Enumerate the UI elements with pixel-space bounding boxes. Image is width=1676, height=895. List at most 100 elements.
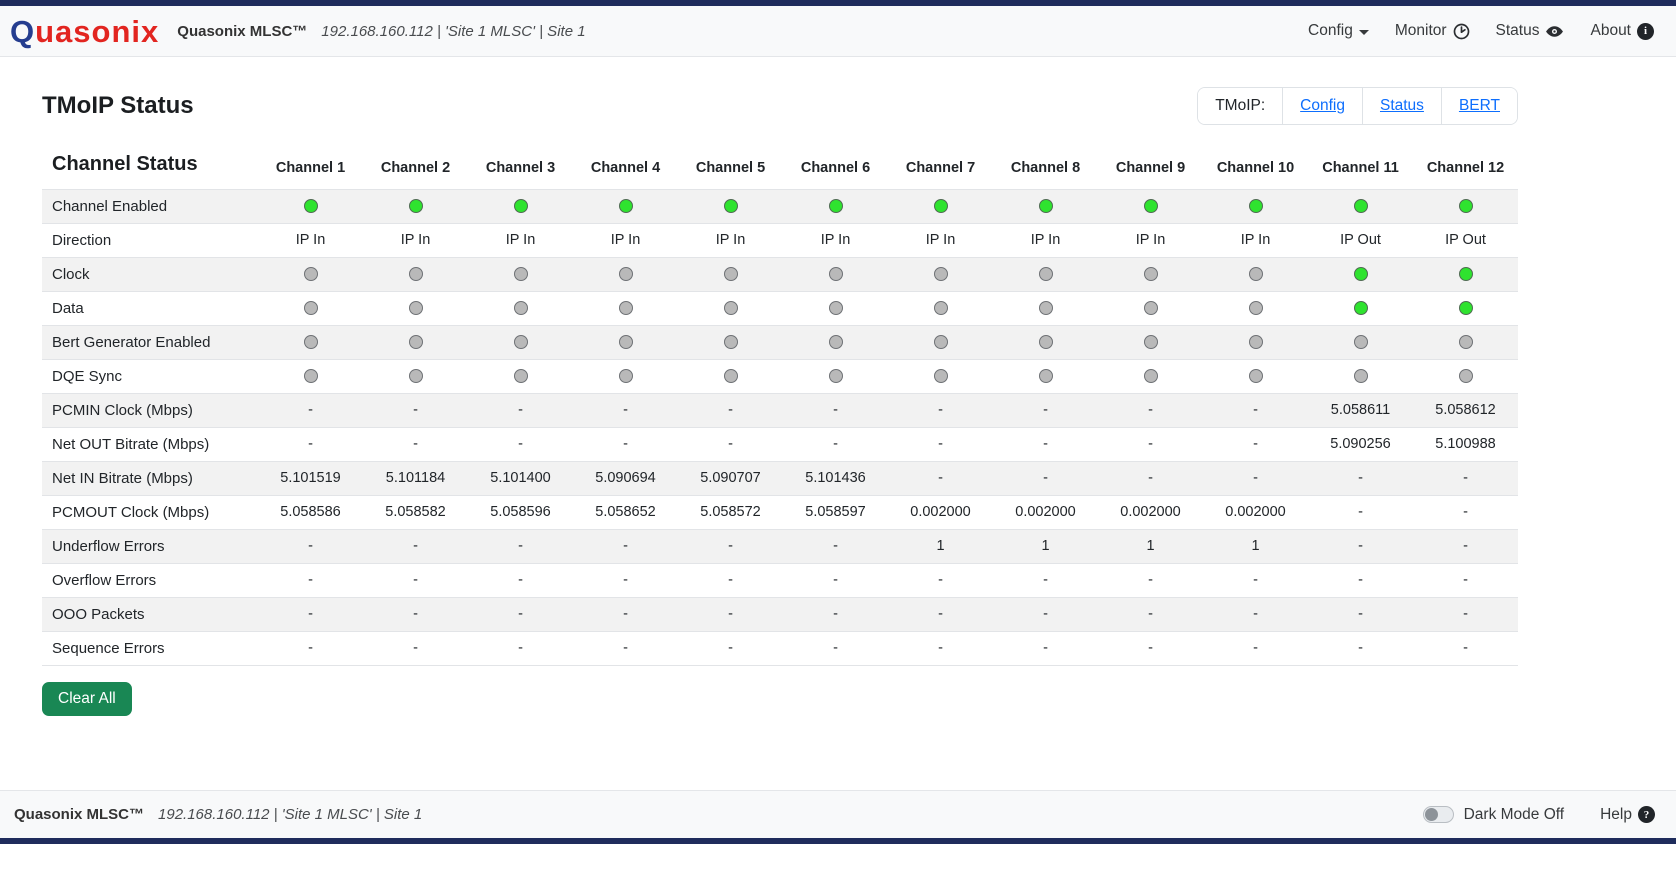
cell-value: 1 (888, 529, 993, 563)
clear-all-button[interactable]: Clear All (42, 682, 132, 716)
cell-value: 0.002000 (1203, 495, 1308, 529)
cell-value: - (468, 529, 573, 563)
cell-value (993, 291, 1098, 325)
led-gray-icon (409, 267, 423, 281)
row-label: Direction (42, 223, 258, 257)
cell-value (258, 325, 363, 359)
led-gray-icon (1459, 369, 1473, 383)
led-green-icon (1249, 199, 1263, 213)
nav-about[interactable]: About i (1590, 22, 1654, 40)
question-circle-icon: ? (1638, 806, 1655, 823)
led-gray-icon (1249, 301, 1263, 315)
cell-value (468, 359, 573, 393)
cell-value: IP In (1098, 223, 1203, 257)
table-row: Overflow Errors------------ (42, 563, 1518, 597)
nav-status[interactable]: Status (1496, 22, 1565, 40)
cell-value (1308, 325, 1413, 359)
cell-value (888, 325, 993, 359)
cell-value (678, 189, 783, 223)
table-row: Net IN Bitrate (Mbps)5.1015195.1011845.1… (42, 461, 1518, 495)
led-gray-icon (304, 369, 318, 383)
cell-value: - (993, 563, 1098, 597)
cell-value: - (1203, 631, 1308, 665)
led-green-icon (304, 199, 318, 213)
cell-value: 5.058596 (468, 495, 573, 529)
cell-value: - (573, 563, 678, 597)
help-link[interactable]: Help ? (1600, 806, 1655, 824)
main-content: TMoIP Status TMoIP: Config Status BERT C… (42, 87, 1518, 716)
cell-value (1098, 291, 1203, 325)
cell-value: - (783, 631, 888, 665)
nav-monitor[interactable]: Monitor (1395, 22, 1470, 40)
led-gray-icon (514, 369, 528, 383)
cell-value (1413, 291, 1518, 325)
row-label: Net OUT Bitrate (Mbps) (42, 427, 258, 461)
table-row: Bert Generator Enabled (42, 325, 1518, 359)
channel-header: Channel 12 (1413, 139, 1518, 189)
cell-value: - (1308, 495, 1413, 529)
led-gray-icon (724, 335, 738, 349)
led-gray-icon (829, 335, 843, 349)
cell-value: - (1413, 563, 1518, 597)
help-label: Help (1600, 806, 1632, 824)
cell-value: IP In (468, 223, 573, 257)
channel-header: Channel 1 (258, 139, 363, 189)
cell-value (468, 325, 573, 359)
row-label: OOO Packets (42, 597, 258, 631)
app-name: Quasonix MLSC™ (177, 23, 307, 40)
nav-config[interactable]: Config (1308, 22, 1369, 40)
cell-value: - (1203, 427, 1308, 461)
row-label: PCMIN Clock (Mbps) (42, 393, 258, 427)
row-label: Data (42, 291, 258, 325)
dark-mode-toggle[interactable] (1423, 806, 1454, 823)
cell-value: 5.058597 (783, 495, 888, 529)
cell-value: - (1203, 597, 1308, 631)
cell-value (678, 325, 783, 359)
tmoip-status-link[interactable]: Status (1363, 88, 1442, 124)
nav-monitor-label: Monitor (1395, 22, 1447, 40)
cell-value (1203, 325, 1308, 359)
led-gray-icon (1144, 335, 1158, 349)
cell-value (1308, 359, 1413, 393)
cell-value: - (1203, 563, 1308, 597)
quasonix-logo[interactable]: Quasonix (10, 16, 159, 47)
cell-value: IP Out (1413, 223, 1518, 257)
cell-value (363, 189, 468, 223)
cell-value: - (783, 529, 888, 563)
led-gray-icon (1039, 267, 1053, 281)
bottom-accent-bar (0, 838, 1676, 844)
cell-value (573, 325, 678, 359)
led-gray-icon (1354, 369, 1368, 383)
cell-value: - (678, 631, 783, 665)
cell-value: - (678, 427, 783, 461)
cell-value: - (1098, 631, 1203, 665)
table-row: OOO Packets------------ (42, 597, 1518, 631)
channel-header: Channel 6 (783, 139, 888, 189)
cell-value (1203, 291, 1308, 325)
row-label: PCMOUT Clock (Mbps) (42, 495, 258, 529)
led-gray-icon (1249, 267, 1263, 281)
led-green-icon (514, 199, 528, 213)
cell-value: 0.002000 (1098, 495, 1203, 529)
cell-value: IP In (258, 223, 363, 257)
cell-value: 5.100988 (1413, 427, 1518, 461)
cell-value: - (258, 427, 363, 461)
tmoip-bert-link[interactable]: BERT (1442, 88, 1517, 124)
cell-value (363, 325, 468, 359)
row-label: Overflow Errors (42, 563, 258, 597)
led-gray-icon (724, 369, 738, 383)
table-row: DirectionIP InIP InIP InIP InIP InIP InI… (42, 223, 1518, 257)
cell-value (468, 257, 573, 291)
eye-icon (1545, 24, 1564, 39)
tmoip-config-link[interactable]: Config (1283, 88, 1363, 124)
led-gray-icon (304, 335, 318, 349)
led-gray-icon (934, 335, 948, 349)
cell-value: 5.058612 (1413, 393, 1518, 427)
table-row: PCMIN Clock (Mbps)----------5.0586115.05… (42, 393, 1518, 427)
cell-value: - (258, 631, 363, 665)
footer-app-name: Quasonix MLSC™ (14, 806, 144, 823)
row-label: Sequence Errors (42, 631, 258, 665)
cell-value: 1 (993, 529, 1098, 563)
cell-value: - (468, 427, 573, 461)
led-green-icon (934, 199, 948, 213)
